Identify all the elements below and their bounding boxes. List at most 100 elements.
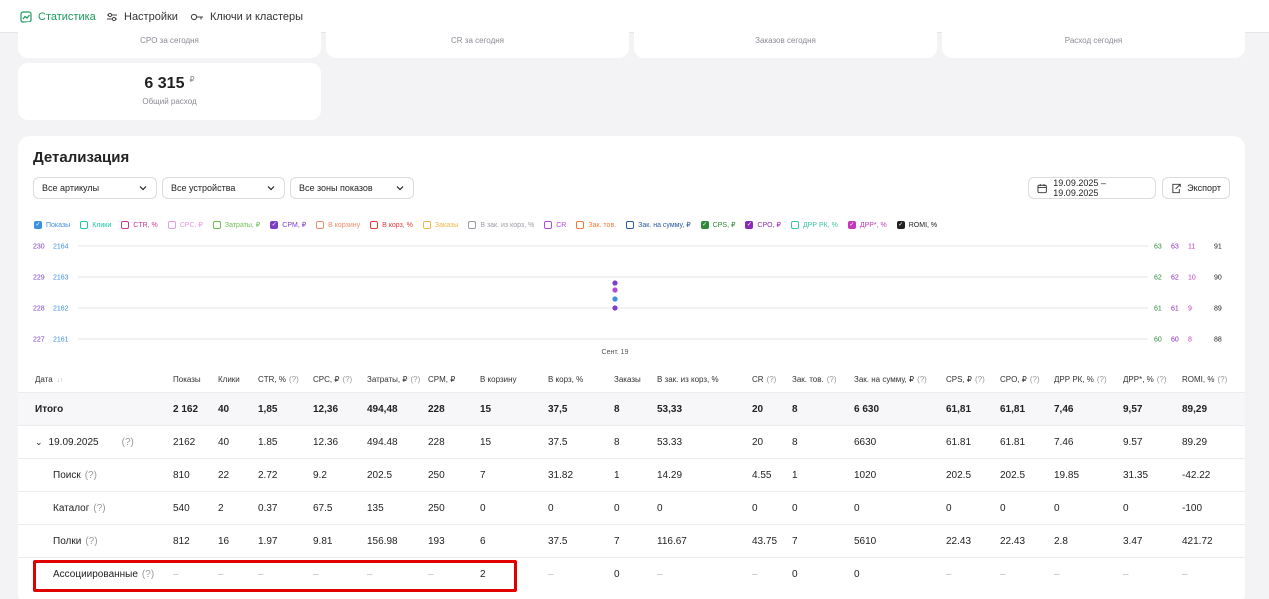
column-header[interactable]: Зак. на сумму, ₽ (?) [854,375,927,384]
zones-select[interactable]: Все зоны показов [290,177,414,199]
date-range-picker[interactable]: 19.09.2025 – 19.09.2025 [1028,177,1156,199]
column-header[interactable]: CTR, % (?) [258,375,299,384]
help-icon[interactable]: (?) [917,375,927,384]
column-header[interactable]: В зак. из корз, % [657,375,719,384]
data-point[interactable] [612,296,618,302]
legend-item[interactable]: ✓ CPM, ₽ [270,221,306,229]
legend-item[interactable]: ✓ ROMI, % [896,221,937,229]
help-icon[interactable]: (?) [1030,375,1040,384]
column-header-label: Дата [35,375,53,384]
sort-icon[interactable]: ↓↑ [57,378,63,384]
legend-checkbox[interactable] [576,221,585,229]
help-icon[interactable]: (?) [1097,375,1107,384]
export-button[interactable]: Экспорт [1162,177,1230,199]
column-header[interactable]: CPS, ₽ (?) [946,375,985,384]
legend-checkbox[interactable] [422,221,431,229]
devices-select[interactable]: Все устройства [162,177,285,199]
legend-item[interactable]: CR [544,221,566,229]
y-tick-label: 230 [33,244,45,251]
table-cell: 2.72 [258,470,278,481]
legend-checkbox[interactable] [80,221,89,229]
column-header[interactable]: CPO, ₽ (?) [1000,375,1040,384]
legend-checkbox[interactable] [212,221,221,229]
legend-item[interactable]: CTR, % [121,221,158,229]
column-header[interactable]: Клики [218,375,240,384]
data-point[interactable] [612,280,618,286]
table-row[interactable]: ⌄ 19.09.2025 (?) 2162 40 1.85 12.36 494.48 228 15… [18,425,1245,458]
data-point[interactable] [612,305,618,311]
column-header[interactable]: Зак. тов. (?) [792,375,837,384]
legend-checkbox[interactable] [316,221,325,229]
table-cell: 202.5 [1000,470,1026,481]
legend-item[interactable]: Зак. на сумму, ₽ [626,221,691,229]
help-icon[interactable]: (?) [975,375,985,384]
column-header[interactable]: Заказы [614,375,641,384]
column-header[interactable]: Показы [173,375,201,384]
legend-checkbox[interactable] [167,221,176,229]
export-icon [1172,183,1181,193]
help-icon[interactable]: (?) [1217,375,1227,384]
legend-item[interactable]: Зак. тов. [576,221,616,229]
legend-checkbox[interactable] [121,221,130,229]
legend-item[interactable]: В зак. из корз, % [468,221,534,229]
legend-item[interactable]: Заказы [422,221,458,229]
legend-item[interactable]: ✓ ДРР*, % [847,221,887,229]
legend-item[interactable]: Затраты, ₽ [212,221,260,229]
table-cell: 12.36 [313,437,339,448]
total-spend-card: 6 315 ₽ Общий расход [18,63,321,120]
help-icon[interactable]: (?) [1157,375,1167,384]
table-cell: 1.85 [258,437,278,448]
legend-item[interactable]: Клики [80,221,111,229]
help-icon[interactable]: (?) [410,375,420,384]
legend-checkbox[interactable]: ✓ [896,221,905,229]
column-header[interactable]: CR (?) [752,375,776,384]
table-cell: 421.72 [1182,536,1213,547]
column-header[interactable]: В корз, % [548,375,583,384]
legend-item[interactable]: CPC, ₽ [167,221,203,229]
expand-chevron-icon[interactable]: ⌄ [35,437,43,447]
legend-checkbox[interactable]: ✓ [270,221,279,229]
legend-item[interactable]: ДРР РК, % [790,221,838,229]
legend-checkbox[interactable]: ✓ [34,221,42,229]
legend-item[interactable]: ✓ CPS, ₽ [700,221,735,229]
legend-item[interactable]: ✓ Показы [34,221,70,229]
column-header[interactable]: CPC, ₽ (?) [313,375,352,384]
legend-item[interactable]: В корз, % [370,221,413,229]
table-cell: 20 [752,404,764,415]
column-header[interactable]: ROMI, % (?) [1182,375,1227,384]
legend-item[interactable]: В корзину [316,221,360,229]
legend-item[interactable]: ✓ CPO, ₽ [745,221,781,229]
y-tick-label: 61 [1171,306,1179,313]
help-icon[interactable]: (?) [93,503,105,514]
table-cell: 89.29 [1182,437,1208,448]
help-icon[interactable]: (?) [342,375,352,384]
column-header[interactable]: Дата ↓↑ [35,375,63,384]
help-icon[interactable]: (?) [289,375,299,384]
column-header[interactable]: В корзину [480,375,517,384]
column-header[interactable]: CPM, ₽ [428,375,455,384]
help-icon[interactable]: (?) [85,470,97,481]
table-cell: 0 [614,503,620,514]
y-tick-label: 60 [1171,337,1179,344]
articles-select[interactable]: Все артикулы [33,177,157,199]
column-header[interactable]: ДРР*, % (?) [1123,375,1167,384]
legend-checkbox[interactable]: ✓ [700,221,709,229]
column-header[interactable]: ДРР РК, % (?) [1054,375,1107,384]
help-icon[interactable]: (?) [85,536,97,547]
legend-checkbox[interactable] [468,221,477,229]
table-cell: 228 [428,437,445,448]
data-point[interactable] [612,287,618,293]
help-icon[interactable]: (?) [122,437,134,448]
column-header[interactable]: Затраты, ₽ (?) [367,375,420,384]
legend-checkbox[interactable] [790,221,799,229]
help-icon[interactable]: (?) [827,375,837,384]
table-cell: 15 [480,404,492,415]
select-value: Все артикулы [42,183,100,193]
legend-checkbox[interactable] [370,221,379,229]
legend-checkbox[interactable] [544,221,553,229]
y-tick-label: 8 [1188,337,1192,344]
legend-checkbox[interactable]: ✓ [847,221,856,229]
help-icon[interactable]: (?) [767,375,777,384]
legend-checkbox[interactable]: ✓ [745,221,754,229]
legend-checkbox[interactable] [626,221,635,229]
